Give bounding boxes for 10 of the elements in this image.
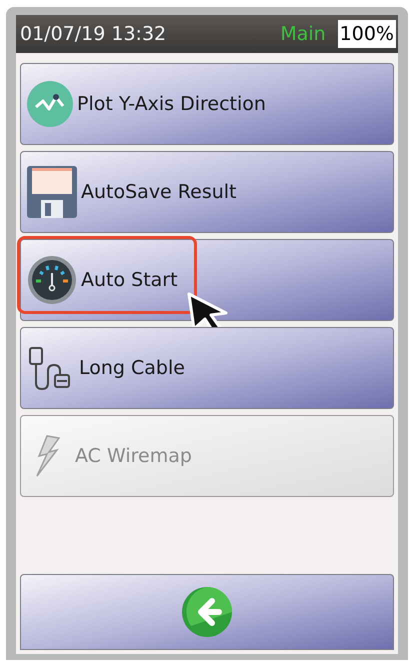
line-graph-icon (27, 81, 73, 127)
menu-button[interactable]: Auto Start (20, 239, 394, 321)
date-time: 01/07/19 13:32 (20, 22, 166, 47)
menu-button[interactable]: AutoSave Result (20, 151, 394, 233)
back-button[interactable] (20, 574, 394, 650)
gauge-icon (27, 255, 77, 305)
mode-label: Main (280, 22, 326, 47)
menu-button[interactable]: Plot Y-Axis Direction (20, 63, 394, 145)
menu-button[interactable]: Long Cable (20, 327, 394, 409)
battery-level: 100% (338, 20, 396, 48)
